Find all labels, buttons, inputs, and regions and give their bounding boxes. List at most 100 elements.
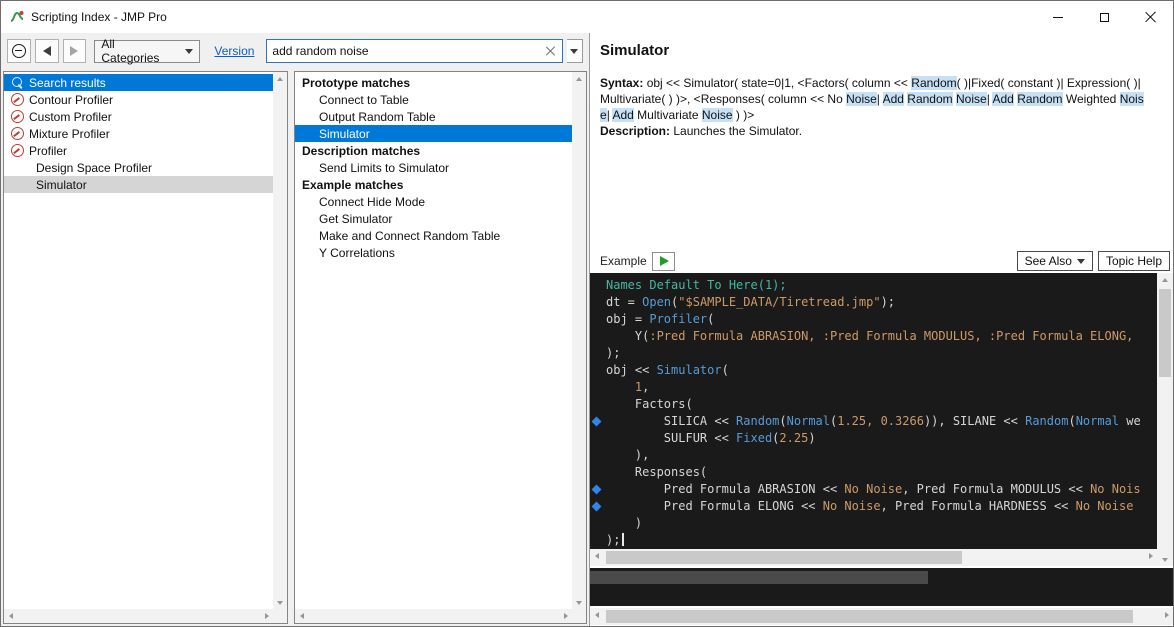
result-item-connect-to-table[interactable]: Connect to Table (295, 91, 572, 108)
forward-arrow-icon (70, 46, 78, 56)
clear-search-icon[interactable] (546, 46, 556, 56)
results-vscrollbar[interactable] (572, 72, 586, 609)
line-marker-diamond-icon (590, 481, 606, 498)
scroll-track[interactable] (273, 86, 287, 595)
scroll-down-icon[interactable] (1157, 552, 1173, 566)
collapse-all-button[interactable] (7, 39, 31, 63)
scroll-track[interactable] (572, 86, 586, 595)
scroll-thumb[interactable] (606, 551, 962, 564)
scroll-left-icon[interactable] (590, 549, 604, 563)
results-panel: Prototype matchesConnect to TableOutput … (294, 71, 587, 624)
close-button[interactable] (1127, 1, 1173, 33)
result-item-connect-hide-mode[interactable]: Connect Hide Mode (295, 193, 572, 210)
search-match-highlight: Random (911, 76, 956, 90)
code-gutter (590, 447, 606, 464)
category-item-design-space-profiler[interactable]: Design Space Profiler (4, 159, 273, 176)
results-group-header: Description matches (295, 142, 572, 159)
forward-button[interactable] (63, 39, 87, 63)
dark-scrollbar-thumb[interactable] (590, 571, 928, 584)
scroll-left-icon[interactable] (4, 609, 18, 623)
results-group-header: Example matches (295, 176, 572, 193)
category-item-custom-profiler[interactable]: Custom Profiler (4, 108, 273, 125)
code-gutter (590, 345, 606, 362)
scroll-track[interactable] (604, 608, 1159, 625)
see-also-label: See Also (1025, 254, 1072, 268)
result-item-get-simulator[interactable]: Get Simulator (295, 210, 572, 227)
category-dropdown[interactable]: All Categories (94, 40, 200, 63)
search-history-dropdown[interactable] (567, 39, 583, 63)
topic-help-button[interactable]: Topic Help (1098, 251, 1170, 271)
profiler-icon (11, 144, 24, 157)
code-line-text: ), (606, 447, 649, 464)
code-line-text: Pred Formula ABRASION << No Noise, Pred … (606, 481, 1141, 498)
category-item-label: Profiler (29, 144, 67, 158)
description-label: Description: (600, 124, 670, 138)
search-match-highlight: Add (612, 108, 633, 122)
code-gutter (590, 396, 606, 413)
left-column: All Categories Version Search results Con… (1, 33, 589, 626)
text-caret (622, 533, 624, 546)
chevron-down-icon (570, 49, 578, 54)
see-also-button[interactable]: See Also (1017, 251, 1093, 271)
code-editor[interactable]: Names Default To Here(1);dt = Open("$SAM… (590, 273, 1157, 549)
version-link[interactable]: Version (214, 44, 254, 58)
code-line-text: obj = Profiler( (606, 311, 714, 328)
scroll-right-icon[interactable] (558, 609, 572, 623)
category-item-mixture-profiler[interactable]: Mixture Profiler (4, 125, 273, 142)
scroll-track[interactable] (604, 549, 1143, 566)
code-gutter (590, 379, 606, 396)
category-vscrollbar[interactable] (273, 72, 287, 609)
scroll-track[interactable] (1157, 287, 1173, 552)
scroll-right-icon[interactable] (1159, 608, 1173, 622)
code-line-text: Factors( (606, 396, 693, 413)
scroll-left-icon[interactable] (590, 608, 604, 622)
search-match-highlight: Noise (956, 92, 987, 106)
category-item-profiler[interactable]: Profiler (4, 142, 273, 159)
result-item-simulator[interactable]: Simulator (295, 125, 572, 142)
code-line-text: 1, (606, 379, 649, 396)
detail-title: Simulator (600, 42, 1165, 59)
maximize-button[interactable] (1081, 1, 1127, 33)
results-list: Prototype matchesConnect to TableOutput … (295, 72, 572, 609)
back-button[interactable] (35, 39, 59, 63)
category-item-label: Contour Profiler (29, 93, 113, 107)
category-item-contour-profiler[interactable]: Contour Profiler (4, 91, 273, 108)
maximize-icon (1100, 13, 1109, 22)
search-match-highlight: Random (1017, 92, 1062, 106)
scroll-down-icon[interactable] (572, 595, 586, 609)
scroll-right-icon[interactable] (259, 609, 273, 623)
scroll-left-icon[interactable] (295, 609, 309, 623)
scroll-up-icon[interactable] (273, 72, 287, 86)
close-icon (1144, 11, 1156, 23)
scroll-track[interactable] (309, 609, 558, 623)
code-gutter (590, 515, 606, 532)
result-item-y-correlations[interactable]: Y Correlations (295, 244, 572, 261)
category-item-label: Search results (29, 76, 106, 90)
code-vscrollbar[interactable] (1157, 273, 1173, 566)
scroll-down-icon[interactable] (273, 595, 287, 609)
code-gutter (590, 532, 606, 549)
result-item-output-random-table[interactable]: Output Random Table (295, 108, 572, 125)
category-hscrollbar[interactable] (4, 609, 273, 623)
search-input[interactable] (267, 44, 545, 58)
run-example-button[interactable] (652, 252, 675, 271)
window-controls (1035, 1, 1173, 33)
description-value: Launches the Simulator. (670, 124, 802, 138)
result-item-make-and-connect-random-table[interactable]: Make and Connect Random Table (295, 227, 572, 244)
category-item-simulator[interactable]: Simulator (4, 176, 273, 193)
category-item-search-results[interactable]: Search results (4, 74, 273, 91)
scroll-thumb[interactable] (606, 610, 1133, 623)
scroll-up-icon[interactable] (572, 72, 586, 86)
code-gutter (590, 430, 606, 447)
code-hscrollbar[interactable] (590, 549, 1157, 566)
detail-hscrollbar[interactable] (590, 608, 1173, 625)
scroll-up-icon[interactable] (1157, 273, 1173, 287)
minimize-button[interactable] (1035, 1, 1081, 33)
scroll-thumb[interactable] (1159, 289, 1171, 377)
syntax-segment: ( )|Fixed( constant )| Expression( )| (957, 76, 1141, 90)
scroll-track[interactable] (18, 609, 259, 623)
scroll-right-icon[interactable] (1143, 549, 1157, 563)
result-item-send-limits-to-simulator[interactable]: Send Limits to Simulator (295, 159, 572, 176)
line-marker-diamond-icon (590, 413, 606, 430)
results-hscrollbar[interactable] (295, 609, 572, 623)
